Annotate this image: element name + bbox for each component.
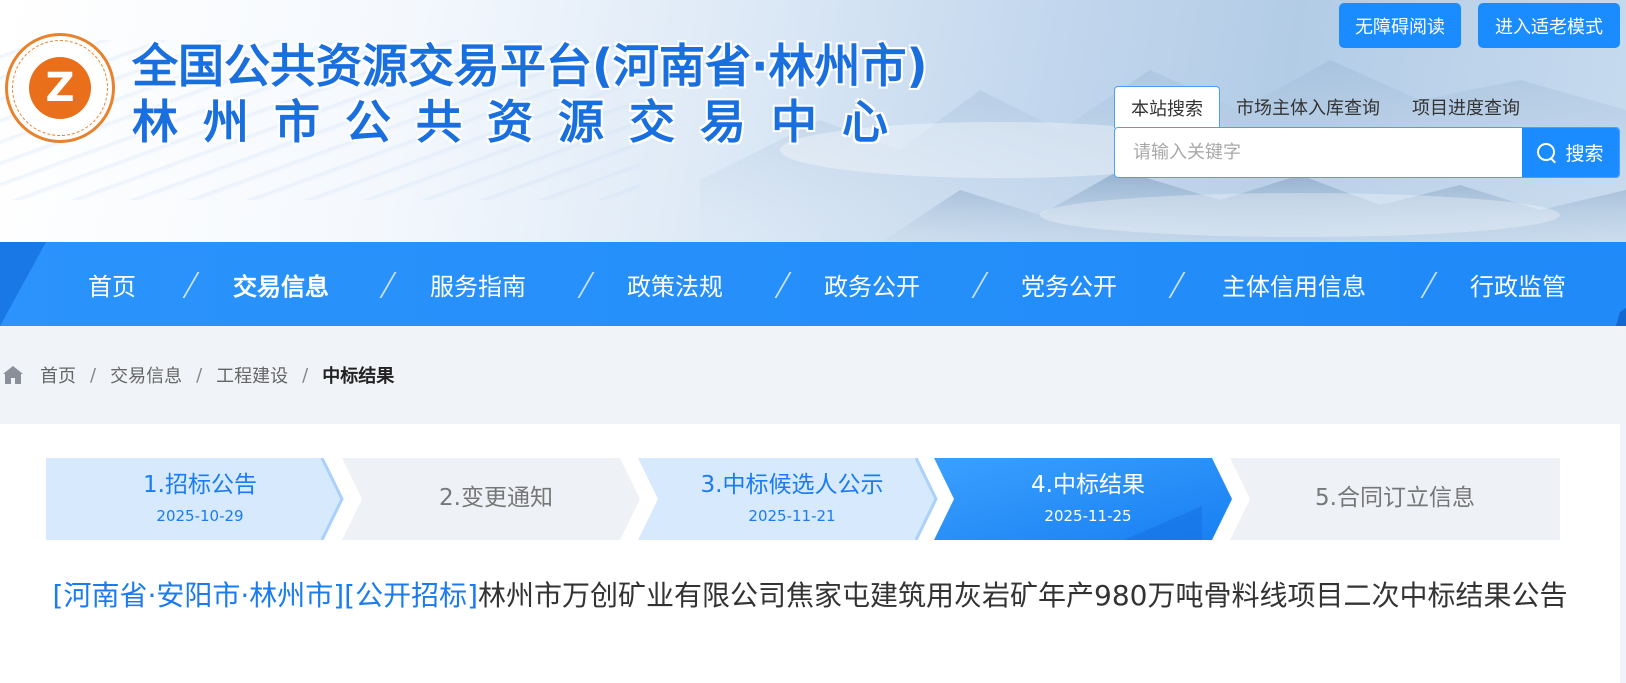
step-label: 5.合同订立信息 — [1315, 485, 1475, 512]
nav-item-supervision[interactable]: 行政监管 — [1462, 242, 1574, 326]
step-label: 4.中标结果 — [1031, 472, 1145, 499]
method-tag-link[interactable]: [公开招标] — [344, 579, 478, 612]
breadcrumb-separator: / — [196, 364, 203, 386]
step-contract-info[interactable]: 5.合同订立信息 — [1230, 458, 1560, 540]
nav-item-trading-info[interactable]: 交易信息 — [226, 242, 336, 326]
search-button[interactable]: 搜索 — [1522, 128, 1619, 177]
site-header: Z 全国公共资源交易平台(河南省·林州市) 林州市公共资源交易中心 无障碍阅读 … — [0, 0, 1626, 243]
nav-item-credit-info[interactable]: 主体信用信息 — [1210, 242, 1378, 326]
step-label: 2.变更通知 — [439, 485, 553, 512]
step-bid-announcement[interactable]: 1.招标公告 2025-10-29 — [46, 458, 354, 540]
main-nav: 首页 交易信息 服务指南 政策法规 政务公开 党务公开 主体信用信息 行政监管 — [0, 242, 1626, 326]
tab-project-progress-search[interactable]: 项目进度查询 — [1396, 86, 1536, 128]
search-input[interactable] — [1115, 128, 1522, 177]
step-date: 2025-11-25 — [1044, 506, 1132, 525]
search-tabs: 本站搜索 市场主体入库查询 项目进度查询 — [1114, 86, 1536, 128]
step-shape — [638, 458, 938, 540]
tab-site-search[interactable]: 本站搜索 — [1114, 86, 1220, 128]
breadcrumb-trading-info[interactable]: 交易信息 — [110, 362, 182, 388]
center-title: 林州市公共资源交易中心 — [132, 95, 913, 149]
nav-item-home[interactable]: 首页 — [72, 242, 152, 326]
region-tag-link[interactable]: [河南省·安阳市·林州市] — [53, 579, 345, 612]
nav-separator — [774, 272, 792, 298]
step-shape — [934, 458, 1232, 540]
nav-separator — [577, 272, 595, 298]
nav-separator — [379, 272, 397, 298]
nav-separator — [1420, 272, 1438, 298]
elder-mode-button[interactable]: 进入适老模式 — [1478, 3, 1620, 48]
search-icon — [1537, 142, 1557, 163]
nav-separator — [1168, 272, 1186, 298]
search-bar: 搜索 — [1114, 127, 1620, 178]
nav-items: 首页 交易信息 服务指南 政策法规 政务公开 党务公开 主体信用信息 行政监管 — [0, 242, 1626, 326]
nav-separator — [971, 272, 989, 298]
nav-item-policies[interactable]: 政策法规 — [619, 242, 731, 326]
logo-ring — [12, 40, 108, 136]
home-icon[interactable] — [2, 365, 24, 385]
step-shape — [46, 458, 344, 540]
nav-item-government-affairs[interactable]: 政务公开 — [816, 242, 928, 326]
breadcrumb-separator: / — [302, 364, 309, 386]
breadcrumb-home[interactable]: 首页 — [40, 362, 76, 388]
progress-steps: 1.招标公告 2025-10-29 2.变更通知 3.中标候选人公示 2025-… — [46, 458, 1560, 540]
breadcrumb-current: 中标结果 — [322, 366, 395, 387]
article-title-text: 林州市万创矿业有限公司焦家屯建筑用灰岩矿年产980万吨骨料线项目二次中标结果公告 — [478, 579, 1568, 612]
accessibility-button[interactable]: 无障碍阅读 — [1339, 3, 1461, 48]
nav-separator — [182, 272, 200, 298]
article-title: [河南省·安阳市·林州市][公开招标]林州市万创矿业有限公司焦家屯建筑用灰岩矿年… — [50, 574, 1570, 618]
step-candidate-publicity[interactable]: 3.中标候选人公示 2025-11-21 — [638, 458, 946, 540]
breadcrumb-engineering[interactable]: 工程建设 — [216, 362, 288, 388]
breadcrumb: 首页 / 交易信息 / 工程建设 / 中标结果 — [0, 326, 1620, 424]
nav-item-party-affairs[interactable]: 党务公开 — [1013, 242, 1125, 326]
step-change-notice[interactable]: 2.变更通知 — [342, 458, 650, 540]
tab-market-entity-search[interactable]: 市场主体入库查询 — [1220, 86, 1396, 128]
nav-item-service-guide[interactable]: 服务指南 — [422, 242, 534, 326]
search-button-label: 搜索 — [1565, 143, 1604, 165]
step-date: 2025-10-29 — [156, 506, 244, 525]
step-label: 1.招标公告 — [143, 472, 257, 499]
step-label: 3.中标候选人公示 — [700, 472, 884, 499]
content-card: 1.招标公告 2025-10-29 2.变更通知 3.中标候选人公示 2025-… — [0, 424, 1620, 683]
step-date: 2025-11-21 — [748, 506, 836, 525]
breadcrumb-separator: / — [90, 364, 97, 386]
site-logo[interactable]: Z — [5, 33, 115, 143]
step-award-result[interactable]: 4.中标结果 2025-11-25 — [934, 458, 1242, 540]
